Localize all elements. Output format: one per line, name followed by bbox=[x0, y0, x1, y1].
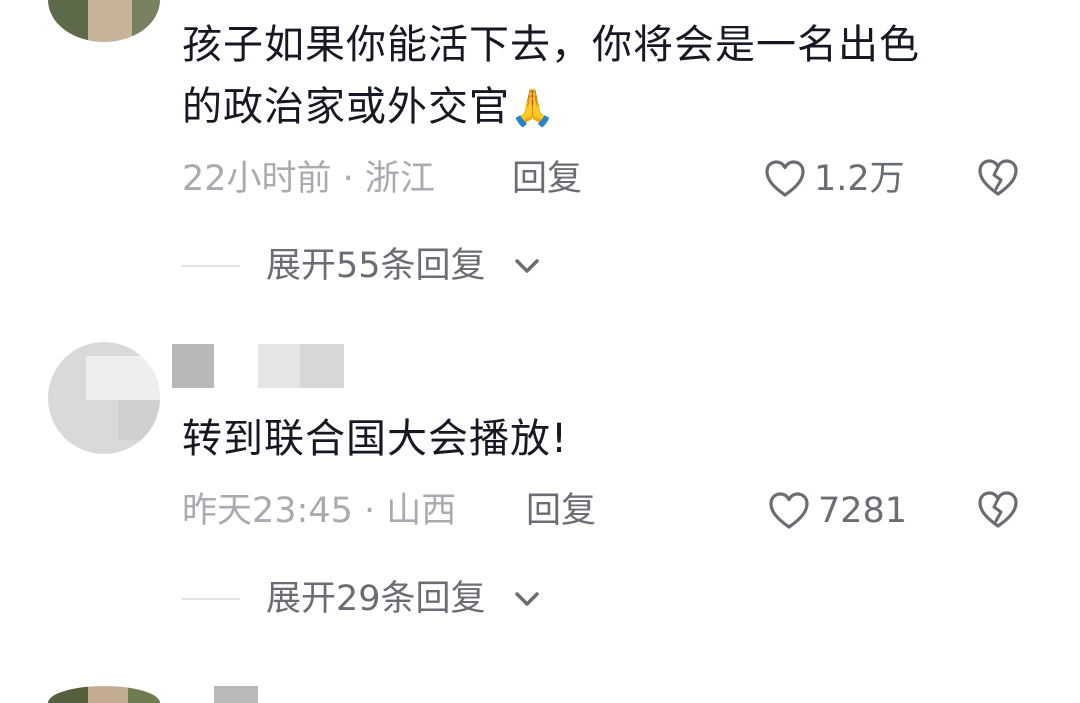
expand-replies-label: 展开55条回复 bbox=[266, 246, 486, 286]
divider-line bbox=[182, 598, 240, 600]
avatar-1[interactable] bbox=[48, 0, 160, 42]
like-count: 1.2万 bbox=[814, 159, 905, 199]
avatar-mosaic bbox=[48, 686, 88, 703]
avatar-mosaic bbox=[118, 400, 160, 440]
username-mosaic bbox=[172, 344, 352, 388]
pray-emoji-icon: 🙏 bbox=[510, 88, 556, 129]
like-button[interactable]: 7281 bbox=[768, 486, 907, 536]
divider-line bbox=[182, 265, 240, 267]
avatar-mosaic bbox=[132, 0, 160, 42]
like-button[interactable]: 1.2万 bbox=[764, 154, 905, 204]
avatar-mosaic bbox=[258, 344, 300, 388]
avatar-mosaic bbox=[86, 356, 160, 400]
comment-text-line: 的政治家或外交官🙏 bbox=[182, 76, 1022, 140]
expand-replies-button[interactable]: 展开55条回复 bbox=[182, 241, 782, 291]
avatar-mosaic bbox=[48, 0, 88, 42]
comment-2: 转到联合国大会播放! 昨天23:45 · 山西 回复 7281 展开29条回复 bbox=[0, 330, 1080, 630]
dislike-button[interactable] bbox=[977, 490, 1019, 530]
reply-button[interactable]: 回复 bbox=[526, 486, 596, 536]
reply-button[interactable]: 回复 bbox=[512, 154, 582, 204]
avatar-mosaic bbox=[88, 0, 132, 42]
comment-text-line: 孩子如果你能活下去，你将会是一名出色 bbox=[182, 22, 920, 68]
dislike-button[interactable] bbox=[977, 158, 1019, 198]
username-mosaic bbox=[214, 686, 258, 703]
like-count: 7281 bbox=[818, 491, 908, 531]
heart-outline-icon bbox=[765, 160, 805, 197]
comment-text-fragment: 的政治家或外交官 bbox=[182, 84, 510, 130]
comment-meta: 昨天23:45 · 山西 回复 7281 bbox=[182, 486, 1042, 536]
comment-text: 转到联合国大会播放! bbox=[182, 408, 1022, 470]
broken-heart-icon bbox=[978, 491, 1018, 528]
comment-meta: 22小时前 · 浙江 回复 1.2万 bbox=[182, 154, 1042, 204]
comment-1: 孩子如果你能活下去，你将会是一名出色 的政治家或外交官🙏 22小时前 · 浙江 … bbox=[0, 0, 1080, 300]
comment-time-location: 昨天23:45 · 山西 bbox=[182, 491, 457, 531]
expand-replies-label: 展开29条回复 bbox=[266, 579, 486, 619]
avatar-mosaic bbox=[88, 686, 128, 703]
avatar-mosaic bbox=[300, 344, 344, 388]
expand-replies-button[interactable]: 展开29条回复 bbox=[182, 574, 782, 624]
avatar-3[interactable] bbox=[48, 686, 160, 703]
broken-heart-icon bbox=[978, 159, 1018, 196]
comment-3 bbox=[0, 686, 1080, 703]
chevron-down-icon bbox=[515, 592, 539, 606]
comment-time-location: 22小时前 · 浙江 bbox=[182, 159, 435, 199]
avatar-2[interactable] bbox=[48, 342, 160, 454]
comment-text-line: 转到联合国大会播放! bbox=[182, 416, 569, 462]
avatar-mosaic bbox=[172, 344, 214, 388]
chevron-down-icon bbox=[515, 259, 539, 273]
heart-outline-icon bbox=[769, 492, 809, 529]
comment-text: 孩子如果你能活下去，你将会是一名出色 的政治家或外交官🙏 bbox=[182, 14, 1022, 140]
avatar-mosaic bbox=[128, 686, 160, 703]
